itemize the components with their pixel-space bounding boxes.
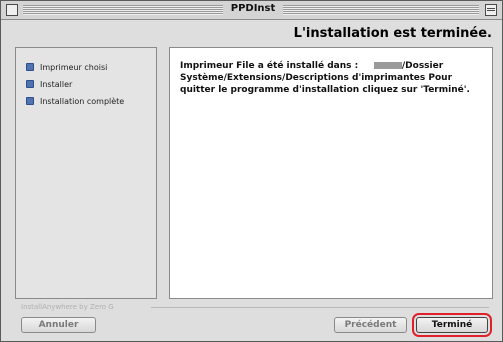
close-box-icon[interactable] [6,4,18,16]
previous-button[interactable]: Précédent [334,317,407,333]
branding-divider [151,307,489,308]
step-item-install-complete: Installation complète [26,94,124,108]
step-label: Installer [40,79,73,89]
installer-window: PPDInst L'installation est terminée. Imp… [0,0,503,342]
step-item-printer-chosen: Imprimeur choisi [26,60,107,74]
window-title: PPDInst [230,3,276,14]
finish-button[interactable]: Terminé [412,313,492,337]
installer-branding: InstallAnywhere by Zero G [21,303,114,311]
title-stripes-left [23,5,223,15]
zoom-box-icon[interactable] [485,4,497,16]
title-bar[interactable]: PPDInst [1,1,502,20]
cancel-button[interactable]: Annuler [21,317,96,333]
title-stripes-right [283,5,479,15]
redacted-path [373,62,402,69]
steps-panel: Imprimeur choisi Installer Installation … [15,47,157,299]
page-title: L'installation est terminée. [293,26,492,41]
step-label: Installation complète [40,96,125,106]
message-part-1: Imprimeur File a été installé dans : [180,61,359,71]
content-panel: Imprimeur File a été installé dans : /Do… [169,47,493,299]
step-bullet-icon [26,63,34,71]
step-bullet-icon [26,80,34,88]
completion-message: Imprimeur File a été installé dans : /Do… [180,60,485,96]
step-item-install: Installer [26,77,72,91]
step-bullet-icon [26,97,34,105]
step-label: Imprimeur choisi [40,62,108,72]
